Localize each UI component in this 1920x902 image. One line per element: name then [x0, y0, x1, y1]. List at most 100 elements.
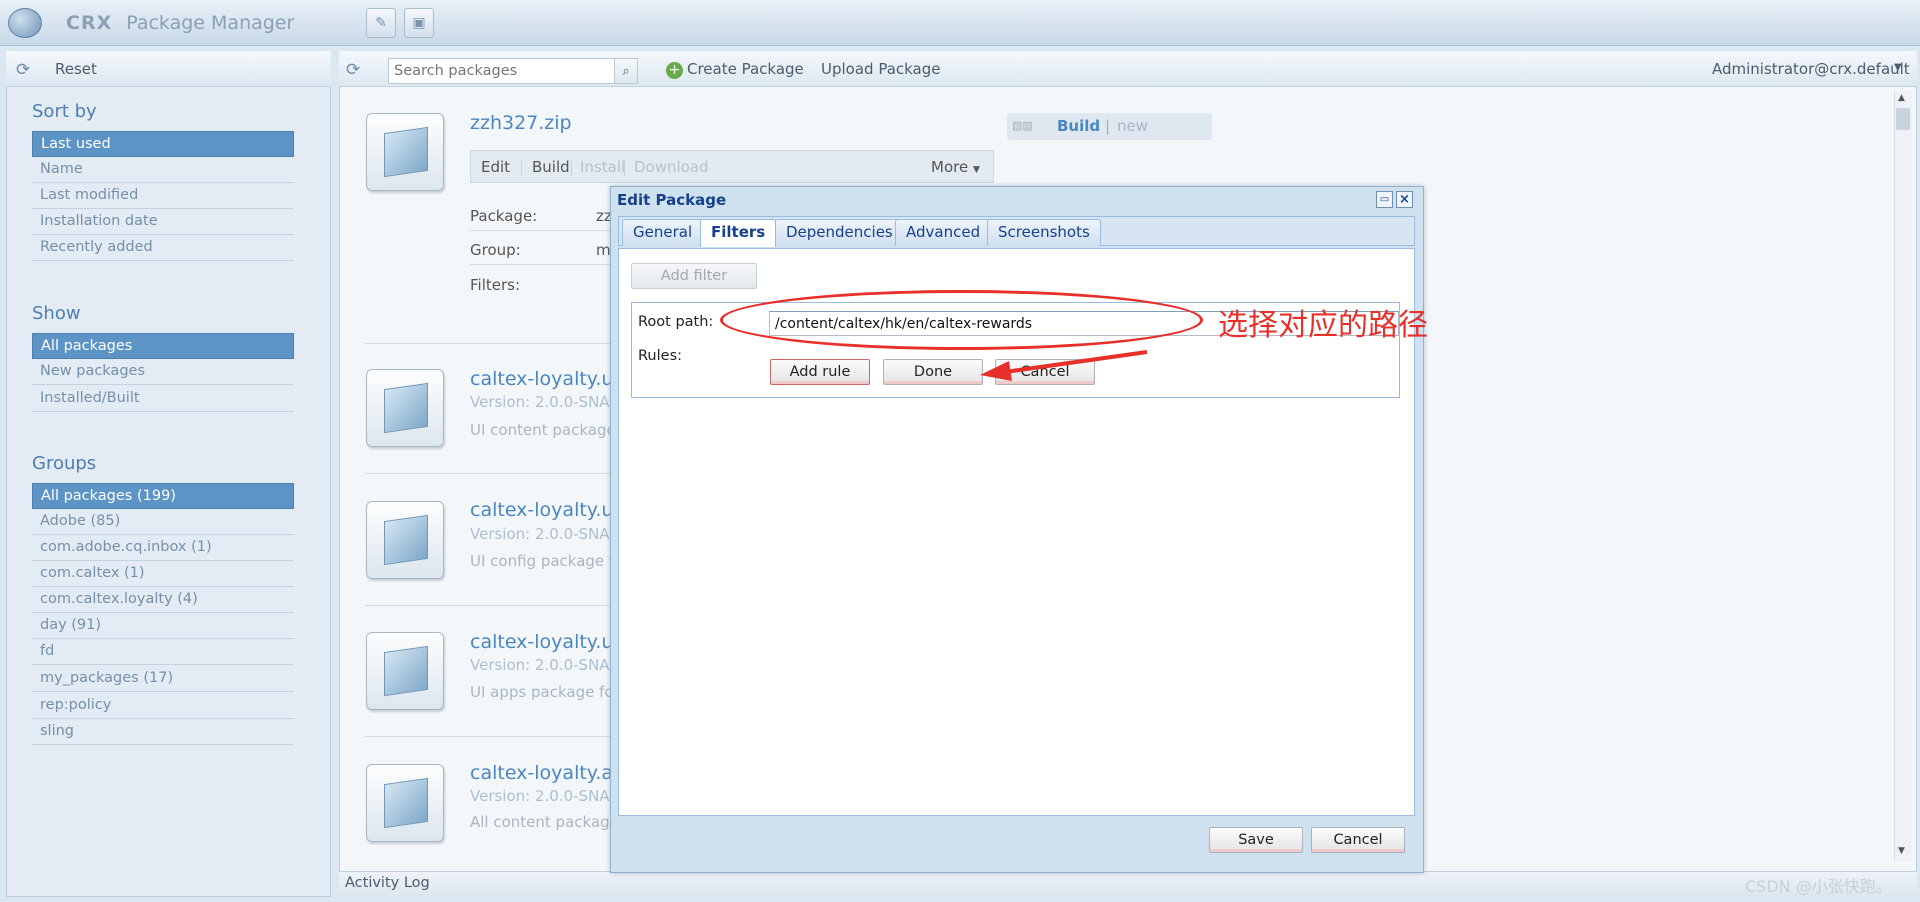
build-button[interactable]: Build [532, 158, 570, 176]
field-label: Group: [470, 241, 521, 259]
field-label: Filters: [470, 276, 521, 294]
group-item[interactable]: All packages (199) [32, 483, 294, 509]
group-item[interactable]: sling [32, 719, 294, 745]
field-value: m [596, 241, 611, 259]
refresh-icon[interactable]: ⟳ [16, 60, 30, 80]
group-item[interactable]: com.adobe.cq.inbox (1) [32, 535, 294, 561]
cancel-button[interactable]: Cancel [1311, 827, 1405, 853]
sort-last-used[interactable]: Last used [32, 131, 294, 157]
group-item[interactable]: com.caltex.loyalty (4) [32, 587, 294, 613]
scrollbar-thumb[interactable] [1896, 108, 1910, 130]
annotation-ellipse [720, 290, 1203, 350]
sort-installation-date[interactable]: Installation date [32, 209, 294, 235]
done-button[interactable]: Done [883, 359, 983, 385]
scrollbar[interactable] [1894, 91, 1912, 861]
tab-general[interactable]: General [622, 219, 704, 246]
package-version: Version: 2.0.0-SNA [470, 656, 610, 674]
activity-log-label[interactable]: Activity Log [345, 875, 430, 891]
sort-recently-added[interactable]: Recently added [32, 235, 294, 261]
chevron-down-icon[interactable]: ▼ [1894, 62, 1902, 73]
divider: | [1105, 117, 1111, 135]
scroll-down-icon[interactable]: ▼ [1898, 846, 1905, 856]
user-menu[interactable]: Administrator@crx.default [1712, 60, 1910, 78]
app-title: CRX Package Manager [66, 12, 295, 34]
divider [470, 264, 610, 265]
save-button[interactable]: Save [1209, 827, 1303, 853]
divider [365, 605, 610, 606]
root-path-label: Root path: [638, 314, 714, 330]
package-description: UI content package [470, 421, 616, 439]
download-button[interactable]: Download [634, 158, 709, 176]
dialog-title: Edit Package [617, 191, 727, 209]
edit-button[interactable]: Edit [481, 158, 510, 176]
upload-package-button[interactable]: Upload Package [821, 60, 941, 78]
package-icon[interactable] [366, 113, 444, 191]
tools-icon[interactable]: ✎ [366, 8, 396, 38]
field-label: Package: [470, 207, 538, 225]
reset-button[interactable]: Reset [55, 60, 97, 78]
package-title[interactable]: caltex-loyalty.a [470, 762, 613, 784]
search-input[interactable] [388, 58, 628, 84]
package-version: Version: 2.0.0-SNA [470, 525, 610, 543]
group-item[interactable]: com.caltex (1) [32, 561, 294, 587]
close-icon[interactable]: × [1396, 191, 1413, 208]
status-icons: ▧▧ [1012, 119, 1033, 132]
group-item[interactable]: fd [32, 639, 294, 665]
package-description: UI config package f [470, 552, 615, 570]
show-new-packages[interactable]: New packages [32, 359, 294, 385]
package-title[interactable]: caltex-loyalty.u [470, 499, 613, 521]
watermark: CSDN @小张快跑。 [1745, 877, 1892, 896]
more-button[interactable]: More ▼ [931, 158, 980, 176]
group-item[interactable]: day (91) [32, 613, 294, 639]
package-icon[interactable] [366, 369, 444, 447]
package-version: Version: 2.0.0-SNA [470, 393, 610, 411]
package-icon[interactable] [366, 764, 444, 842]
show-all-packages[interactable]: All packages [32, 333, 294, 359]
tab-advanced[interactable]: Advanced [895, 219, 992, 246]
divider [521, 160, 522, 176]
package-icon[interactable] [366, 632, 444, 710]
search-icon[interactable]: ⌕ [614, 58, 638, 84]
package-description: UI apps package fo [470, 683, 614, 701]
build-status-label: Build [1057, 117, 1101, 135]
group-item[interactable]: rep:policy [32, 693, 294, 719]
package-description: All content package [470, 813, 619, 831]
annotation-arrow [980, 350, 1148, 381]
maximize-icon[interactable]: ▭ [1376, 191, 1393, 208]
group-item[interactable]: Adobe (85) [32, 509, 294, 535]
scroll-up-icon[interactable]: ▲ [1898, 93, 1905, 103]
tab-dependencies[interactable]: Dependencies [775, 219, 904, 246]
chevron-down-icon: ▼ [972, 165, 980, 175]
install-button[interactable]: Install [580, 158, 625, 176]
sort-name[interactable]: Name [32, 157, 294, 183]
create-package-button[interactable]: + Create Package [666, 60, 804, 79]
package-title[interactable]: zzh327.zip [470, 112, 572, 134]
package-version: Version: 2.0.0-SNA [470, 787, 610, 805]
crx-globe-icon [8, 8, 42, 38]
activity-log-bar[interactable] [339, 871, 1917, 897]
refresh-icon[interactable]: ⟳ [346, 60, 360, 80]
package-icon[interactable]: ▣ [404, 8, 434, 38]
divider [470, 230, 610, 231]
tab-filters[interactable]: Filters [700, 219, 777, 247]
tab-screenshots[interactable]: Screenshots [987, 219, 1101, 246]
divider [365, 736, 610, 737]
group-item[interactable]: my_packages (17) [32, 666, 294, 692]
show-installed-built[interactable]: Installed/Built [32, 386, 294, 412]
divider [365, 343, 610, 344]
add-icon: + [666, 62, 683, 79]
package-icon[interactable] [366, 501, 444, 579]
show-title: Show [32, 303, 81, 324]
divider [624, 160, 625, 176]
rules-label: Rules: [638, 348, 683, 364]
add-rule-button[interactable]: Add rule [770, 359, 870, 385]
sort-by-title: Sort by [32, 101, 97, 122]
groups-title: Groups [32, 453, 97, 474]
package-title[interactable]: caltex-loyalty.u [470, 631, 613, 653]
package-title[interactable]: caltex-loyalty.u [470, 368, 613, 390]
annotation-text: 选择对应的路径 [1218, 308, 1428, 343]
divider [571, 160, 572, 176]
add-filter-button[interactable]: Add filter [631, 263, 757, 289]
sort-last-modified[interactable]: Last modified [32, 183, 294, 209]
new-status-label: new [1117, 117, 1149, 135]
